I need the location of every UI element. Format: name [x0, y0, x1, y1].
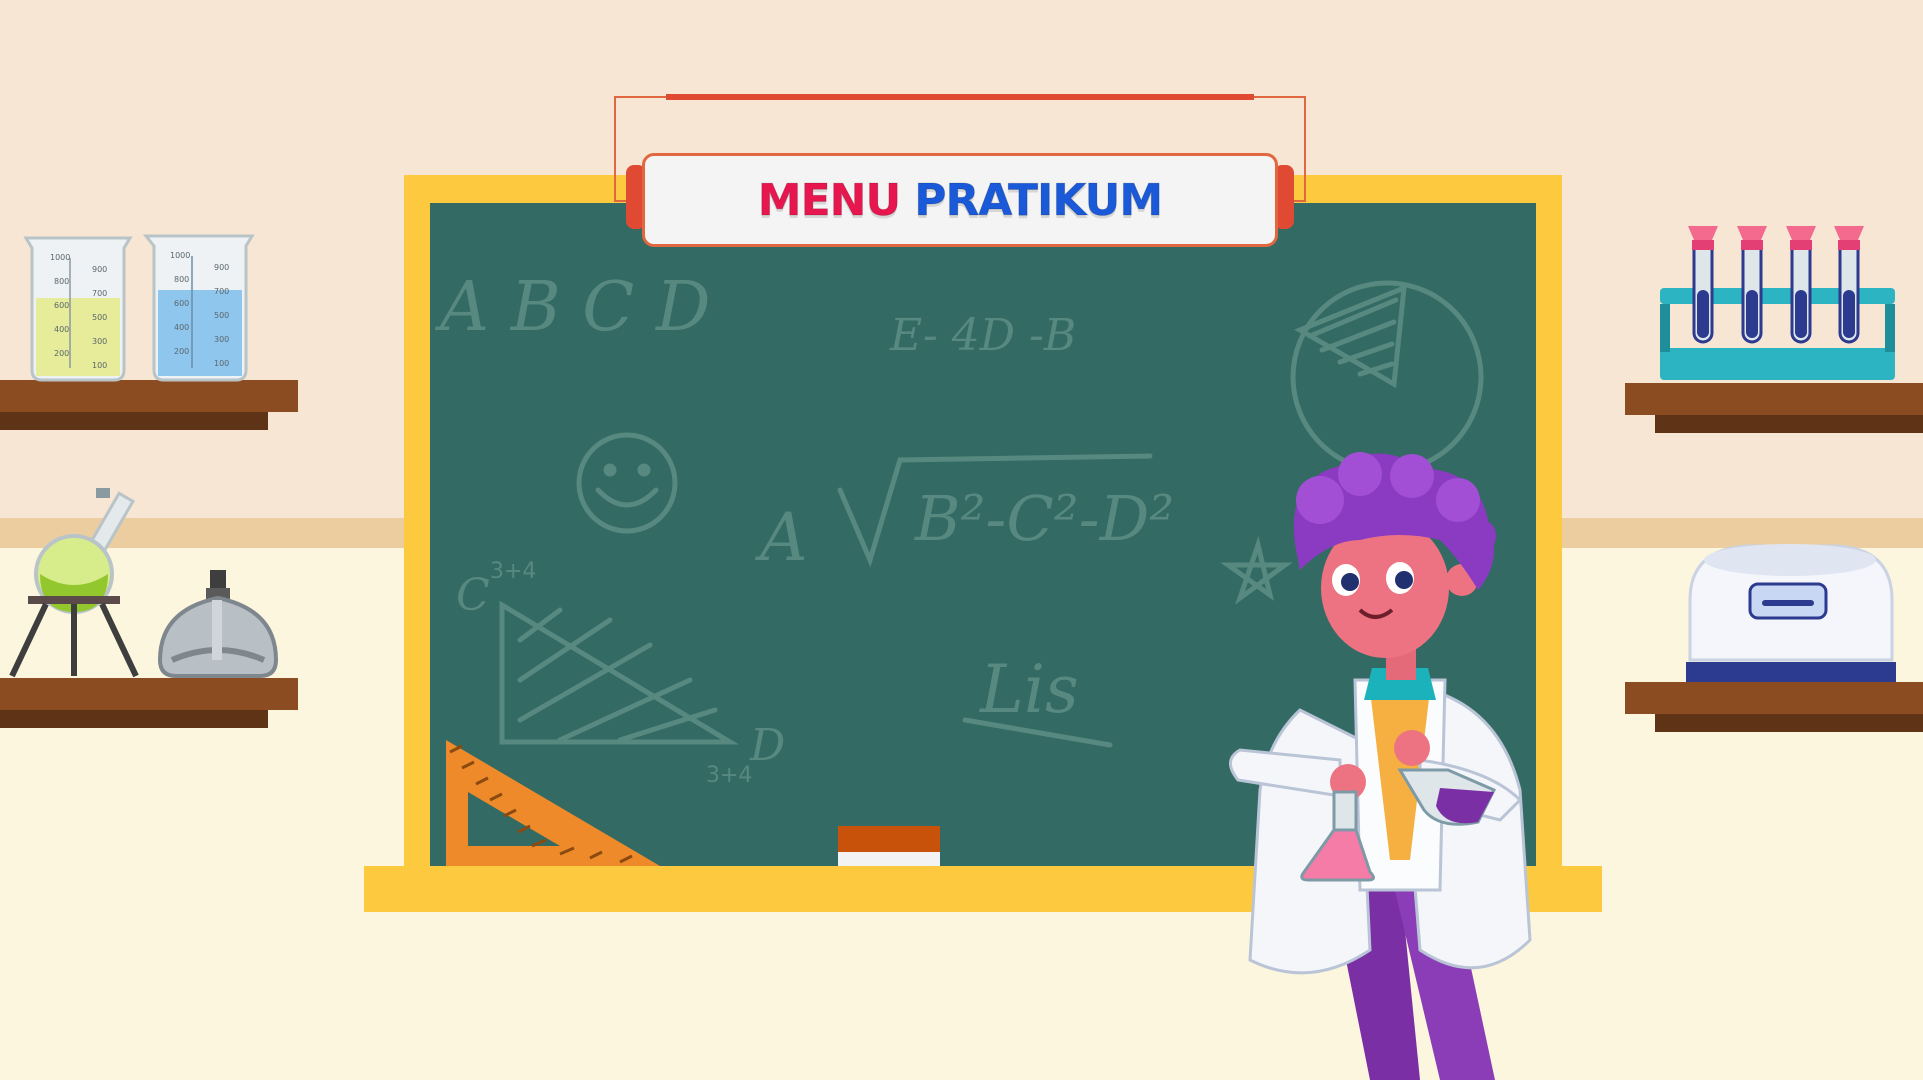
- svg-text:1000: 1000: [170, 251, 190, 260]
- svg-text:500: 500: [92, 313, 107, 322]
- title-banner: MENU PRATIKUM: [642, 153, 1278, 247]
- svg-text:800: 800: [174, 275, 189, 284]
- chalk-tri-top-sup: 3+4: [490, 559, 536, 584]
- beaker-yellow: [23, 236, 133, 382]
- chalk-word: Lis: [979, 651, 1079, 728]
- svg-text:900: 900: [214, 263, 229, 272]
- centrifuge: [1686, 544, 1896, 682]
- chalk-tri-bottom: 3+4: [706, 763, 752, 788]
- chalk-eq2-radicand: B²-C²-D²: [914, 482, 1174, 555]
- svg-text:400: 400: [174, 323, 189, 332]
- svg-text:200: 200: [174, 347, 189, 356]
- svg-text:600: 600: [174, 299, 189, 308]
- chalk-tri-top: C: [456, 570, 490, 621]
- svg-text:900: 900: [92, 265, 107, 274]
- chalk-eq2-prefix: A: [754, 499, 808, 576]
- chalk-tri-right: D: [749, 720, 785, 771]
- svg-text:800: 800: [54, 277, 69, 286]
- svg-text:600: 600: [54, 301, 69, 310]
- svg-text:100: 100: [92, 361, 107, 370]
- svg-text:500: 500: [214, 311, 229, 320]
- svg-text:400: 400: [54, 325, 69, 334]
- svg-text:200: 200: [54, 349, 69, 358]
- svg-text:300: 300: [92, 337, 107, 346]
- chalk-eraser: [838, 826, 940, 866]
- beaker-blue: [142, 234, 255, 382]
- title-word-pratikum: PRATIKUM: [914, 174, 1164, 226]
- chalk-eq1: E- 4D -B: [889, 310, 1076, 361]
- title-word-menu: MENU: [757, 174, 901, 226]
- svg-text:1000: 1000: [50, 253, 70, 262]
- svg-text:700: 700: [214, 287, 229, 296]
- svg-text:100: 100: [214, 359, 229, 368]
- svg-text:300: 300: [214, 335, 229, 344]
- chalk-letters: A B C D: [434, 268, 710, 347]
- svg-text:700: 700: [92, 289, 107, 298]
